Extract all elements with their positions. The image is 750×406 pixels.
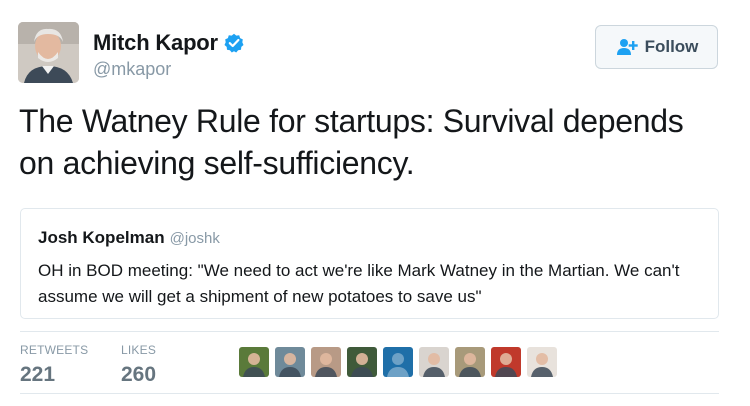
liker-avatar-icon: [275, 347, 305, 377]
quoted-tweet[interactable]: Josh Kopelman @joshk OH in BOD meeting: …: [20, 208, 719, 319]
follow-button[interactable]: Follow: [595, 25, 718, 69]
add-user-icon: [616, 39, 638, 55]
liker-avatar-icon: [419, 347, 449, 377]
retweets-count: 221: [20, 363, 56, 386]
liker-avatars: [239, 347, 563, 377]
likes-count: 260: [121, 363, 157, 386]
liker-avatar-icon: [383, 347, 413, 377]
liker-avatar[interactable]: [491, 347, 521, 377]
verified-badge-icon: [224, 33, 244, 53]
author-avatar[interactable]: [18, 22, 79, 83]
liker-avatar[interactable]: [311, 347, 341, 377]
stats-divider-top: [20, 331, 719, 332]
quoted-tweet-text: OH in BOD meeting: "We need to act we're…: [38, 261, 680, 306]
liker-avatar-icon: [239, 347, 269, 377]
retweets-label: RETWEETS: [20, 343, 89, 357]
liker-avatar[interactable]: [239, 347, 269, 377]
liker-avatar[interactable]: [455, 347, 485, 377]
liker-avatar-icon: [347, 347, 377, 377]
quoted-tweet-header: Josh Kopelman @joshk: [38, 228, 702, 248]
liker-avatar[interactable]: [527, 347, 557, 377]
author-name-row: Mitch Kapor: [93, 30, 244, 56]
retweets-stat[interactable]: RETWEETS 221: [20, 343, 88, 387]
liker-avatar-icon: [455, 347, 485, 377]
author-name[interactable]: Mitch Kapor: [93, 30, 218, 56]
author-handle[interactable]: @mkapor: [93, 59, 171, 80]
follow-button-label: Follow: [644, 37, 699, 56]
person-photo-icon: [18, 22, 79, 83]
liker-avatar-icon: [311, 347, 341, 377]
liker-avatar[interactable]: [383, 347, 413, 377]
liker-avatar-icon: [491, 347, 521, 377]
likes-stat[interactable]: LIKES 260: [121, 343, 156, 387]
stats-divider-bottom: [20, 393, 719, 394]
quoted-author-handle: @joshk: [169, 230, 220, 247]
likes-label: LIKES: [121, 343, 157, 357]
quoted-author-name: Josh Kopelman: [38, 228, 165, 247]
liker-avatar[interactable]: [347, 347, 377, 377]
liker-avatar[interactable]: [419, 347, 449, 377]
tweet-text: The Watney Rule for startups: Survival d…: [19, 103, 684, 181]
liker-avatar[interactable]: [275, 347, 305, 377]
liker-avatar-icon: [527, 347, 557, 377]
